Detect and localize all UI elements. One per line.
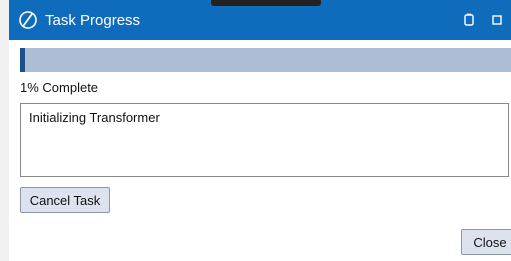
close-button[interactable]: Close	[461, 229, 511, 255]
progress-bar-fill	[20, 48, 25, 72]
task-log-text: Initializing Transformer	[29, 110, 160, 125]
task-log-textbox[interactable]: Initializing Transformer	[20, 103, 509, 177]
maximize-icon[interactable]	[483, 0, 511, 40]
window-title: Task Progress	[45, 11, 141, 29]
progress-bar	[20, 48, 511, 72]
window-controls	[455, 0, 511, 40]
cancel-task-button[interactable]: Cancel Task	[20, 187, 110, 213]
task-progress-window: Task Progress 1% Complete Initializing T…	[0, 0, 511, 261]
cancel-task-label: Cancel Task	[29, 192, 101, 208]
brand-swirl-icon	[17, 9, 39, 31]
camera-notch	[211, 0, 321, 6]
close-label: Close	[473, 234, 507, 250]
title-bar[interactable]: Task Progress	[9, 0, 511, 40]
progress-percent-label: 1% Complete	[20, 80, 99, 95]
minimize-icon[interactable]	[455, 0, 483, 40]
